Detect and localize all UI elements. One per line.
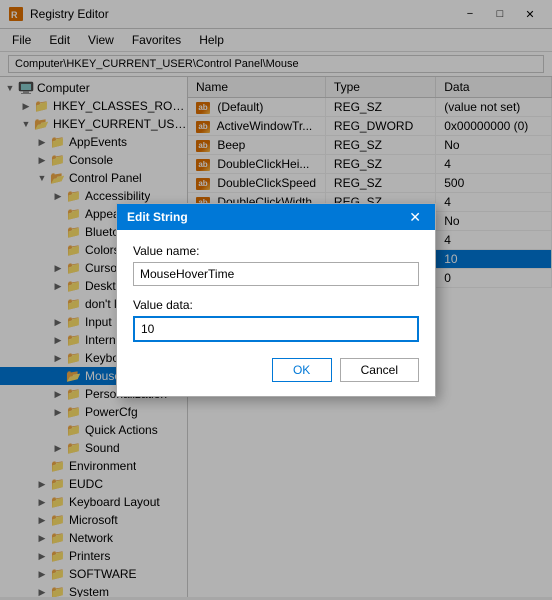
modal-title-bar: Edit String ✕ xyxy=(117,204,435,230)
value-data-input[interactable] xyxy=(133,316,419,342)
modal-title: Edit String xyxy=(127,210,188,224)
ok-button[interactable]: OK xyxy=(272,358,332,382)
modal-overlay: Edit String ✕ Value name: Value data: OK… xyxy=(0,0,552,600)
cancel-button[interactable]: Cancel xyxy=(340,358,419,382)
modal-body: Value name: Value data: OK Cancel xyxy=(117,230,435,396)
edit-string-dialog: Edit String ✕ Value name: Value data: OK… xyxy=(116,203,436,397)
value-data-label: Value data: xyxy=(133,298,419,312)
value-name-label: Value name: xyxy=(133,244,419,258)
modal-buttons: OK Cancel xyxy=(133,358,419,382)
modal-close-button[interactable]: ✕ xyxy=(405,210,425,224)
value-name-input[interactable] xyxy=(133,262,419,286)
